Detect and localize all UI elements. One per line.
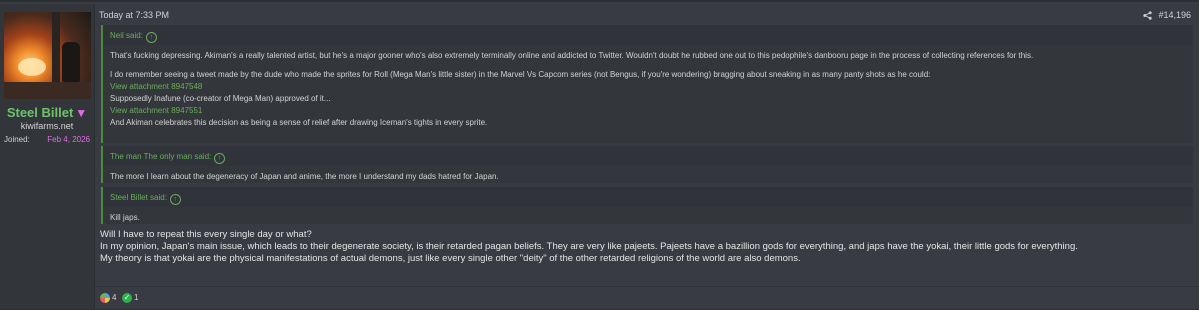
quote-text: I do remember seeing a tweet made by the… — [110, 70, 931, 79]
jump-to-quote-icon[interactable]: ↑ — [145, 32, 157, 43]
message-line: Will I have to repeat this every single … — [100, 229, 312, 240]
message-line: In my opinion, Japan's main issue, which… — [100, 241, 1078, 252]
quote-author[interactable]: Neil said: — [110, 31, 143, 40]
reaction-rainbow[interactable]: 4 — [100, 293, 116, 303]
user-info-panel: Steel Billet ▼ kiwifarms.net Joined: Feb … — [0, 4, 95, 309]
quote-author[interactable]: Steel Billet said: — [110, 193, 167, 202]
quote-body: That's fucking depressing. Akiman's a re… — [103, 45, 1193, 135]
quote-text: And Akiman celebrates this decision as b… — [110, 118, 488, 127]
quote-text: The more I learn about the degeneracy of… — [110, 172, 499, 181]
check-reaction-icon: ✓ — [122, 293, 132, 303]
rainbow-reaction-icon — [100, 293, 110, 303]
quote-attribution[interactable]: The man The only man said: ↑ — [103, 146, 1193, 166]
quote-block: Neil said: ↑ That's fucking depressing. A… — [101, 25, 1193, 143]
reaction-check[interactable]: ✓ 1 — [122, 293, 138, 303]
username-text[interactable]: Steel Billet — [7, 105, 73, 120]
quote-body: Kill japs. — [103, 207, 1193, 230]
avatar[interactable] — [4, 12, 91, 99]
joined-date: Feb 4, 2026 — [47, 135, 90, 144]
jump-to-quote-icon[interactable]: ↑ — [169, 194, 181, 205]
attachment-link[interactable]: View attachment 8947548 — [110, 81, 1186, 93]
quote-block: The man The only man said: ↑ The more I l… — [101, 146, 1193, 183]
post-meta: #14,196 — [1143, 10, 1191, 20]
quote-text: Kill japs. — [110, 213, 140, 222]
message-line: My theory is that yokai are the physical… — [100, 253, 801, 264]
post-number-link[interactable]: #14,196 — [1158, 10, 1191, 20]
joined-label: Joined: — [4, 135, 30, 144]
user-badge-icon: ▼ — [75, 106, 88, 120]
share-icon[interactable] — [1143, 11, 1153, 20]
forum-post: Steel Billet ▼ kiwifarms.net Joined: Feb … — [0, 0, 1199, 309]
username-link[interactable]: Steel Billet ▼ — [0, 105, 94, 120]
attachment-link[interactable]: View attachment 8947551 — [110, 105, 1186, 117]
post-content: Today at 7:33 PM #14,196 Neil said: ↑ Tha… — [95, 4, 1199, 309]
post-message: Will I have to repeat this every single … — [100, 229, 1195, 265]
quote-text: That's fucking depressing. Akiman's a re… — [110, 51, 1034, 60]
quote-attribution[interactable]: Neil said: ↑ — [103, 25, 1193, 45]
reaction-count: 1 — [134, 293, 139, 303]
quote-gap — [110, 62, 1186, 69]
quote-body: The more I learn about the degeneracy of… — [103, 166, 1193, 189]
reaction-count: 4 — [112, 293, 117, 303]
user-title: kiwifarms.net — [20, 121, 74, 131]
quote-author[interactable]: The man The only man said: — [110, 152, 211, 161]
jump-to-quote-icon[interactable]: ↑ — [214, 153, 226, 164]
quote-block: Steel Billet said: ↑ Kill japs. — [101, 187, 1193, 224]
quote-attribution[interactable]: Steel Billet said: ↑ — [103, 187, 1193, 207]
post-timestamp[interactable]: Today at 7:33 PM — [99, 10, 169, 20]
quote-text: Supposedly Inafune (co-creator of Mega M… — [110, 94, 331, 103]
reactions-bar: 4 ✓ 1 — [95, 286, 1199, 310]
